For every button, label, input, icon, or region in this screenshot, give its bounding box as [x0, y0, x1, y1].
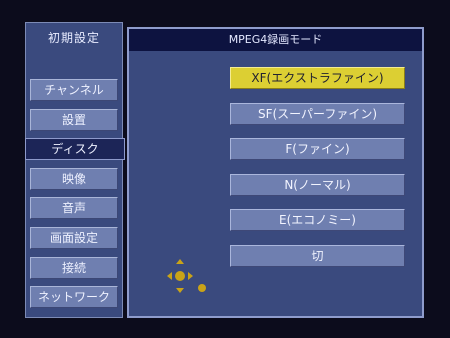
option-sf-super-fine[interactable]: SF(スーパーファイン)	[230, 103, 405, 125]
sidebar-item-audio[interactable]: 音声	[30, 197, 118, 219]
dpad-navigation-icon	[167, 259, 206, 293]
panel-title: MPEG4録画モード	[129, 29, 422, 51]
sidebar-item-display-settings[interactable]: 画面設定	[30, 227, 118, 249]
option-xf-extra-fine[interactable]: XF(エクストラファイン)	[230, 67, 405, 89]
sidebar-item-network[interactable]: ネットワーク	[30, 286, 118, 308]
sidebar-item-disk[interactable]: ディスク	[25, 138, 125, 160]
settings-sidebar: 初期設定 チャンネル 設置 ディスク 映像 音声 画面設定 接続 ネットワーク	[25, 22, 125, 318]
option-n-normal[interactable]: N(ノーマル)	[230, 174, 405, 196]
sidebar-title: 初期設定	[47, 31, 100, 45]
option-off[interactable]: 切	[230, 245, 405, 267]
sidebar-item-installation[interactable]: 設置	[30, 109, 118, 131]
option-e-economy[interactable]: E(エコノミー)	[230, 209, 405, 231]
sidebar-item-video[interactable]: 映像	[30, 168, 118, 190]
sidebar-item-channel[interactable]: チャンネル	[30, 79, 118, 101]
sidebar-item-connection[interactable]: 接続	[30, 257, 118, 279]
option-f-fine[interactable]: F(ファイン)	[230, 138, 405, 160]
